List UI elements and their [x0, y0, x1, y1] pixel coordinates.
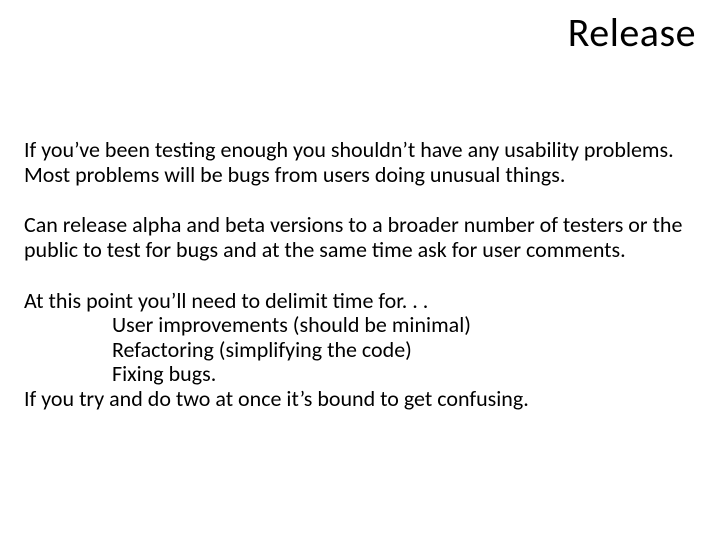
slide: Release If you’ve been testing enough yo…	[0, 0, 720, 540]
p3-item-b: Refactoring (simplifying the code)	[24, 338, 696, 363]
slide-title: Release	[568, 8, 696, 57]
p3-lead: At this point you’ll need to delimit tim…	[24, 289, 696, 314]
p3-item-c: Fixing bugs.	[24, 362, 696, 387]
paragraph-1: If you’ve been testing enough you should…	[24, 138, 696, 187]
slide-body: If you’ve been testing enough you should…	[24, 138, 696, 412]
paragraph-3: At this point you’ll need to delimit tim…	[24, 289, 696, 412]
p3-tail: If you try and do two at once it’s bound…	[24, 387, 696, 412]
paragraph-2: Can release alpha and beta versions to a…	[24, 213, 696, 262]
p3-item-a: User improvements (should be minimal)	[24, 313, 696, 338]
